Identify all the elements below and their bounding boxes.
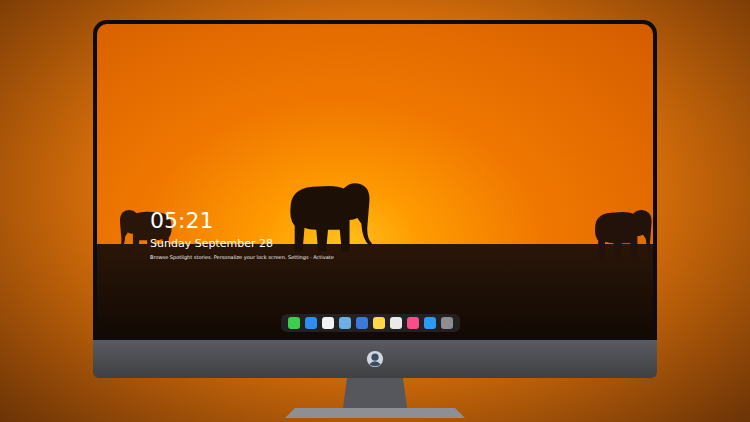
desktop-background: 05:21 Sunday September 28 Browse Spotlig… — [0, 0, 750, 422]
avatar-logo-icon — [366, 350, 384, 368]
finder-icon[interactable] — [305, 317, 317, 329]
monitor-stand — [275, 378, 475, 420]
chrome-icon[interactable] — [322, 317, 334, 329]
monitor-bezel: 05:21 Sunday September 28 Browse Spotlig… — [93, 20, 657, 340]
monitor-chin — [93, 340, 657, 378]
lock-clock: 05:21 Sunday September 28 Browse Spotlig… — [150, 208, 334, 261]
elephant-icon — [279, 174, 377, 254]
spotlight-caption: Browse Spotlight stories. Personalize yo… — [150, 254, 334, 261]
notes-icon[interactable] — [373, 317, 385, 329]
messages-icon[interactable] — [288, 317, 300, 329]
dock — [281, 314, 460, 332]
camera-icon[interactable] — [441, 317, 453, 329]
music-icon[interactable] — [407, 317, 419, 329]
clock-time: 05:21 — [150, 208, 334, 234]
elephant-icon — [587, 204, 653, 260]
appstore-icon[interactable] — [424, 317, 436, 329]
clapper-icon[interactable] — [356, 317, 368, 329]
photos-icon[interactable] — [390, 317, 402, 329]
files-icon[interactable] — [339, 317, 351, 329]
monitor: 05:21 Sunday September 28 Browse Spotlig… — [93, 20, 657, 422]
clock-date: Sunday September 28 — [150, 237, 334, 251]
lock-screen[interactable]: 05:21 Sunday September 28 Browse Spotlig… — [97, 24, 653, 338]
